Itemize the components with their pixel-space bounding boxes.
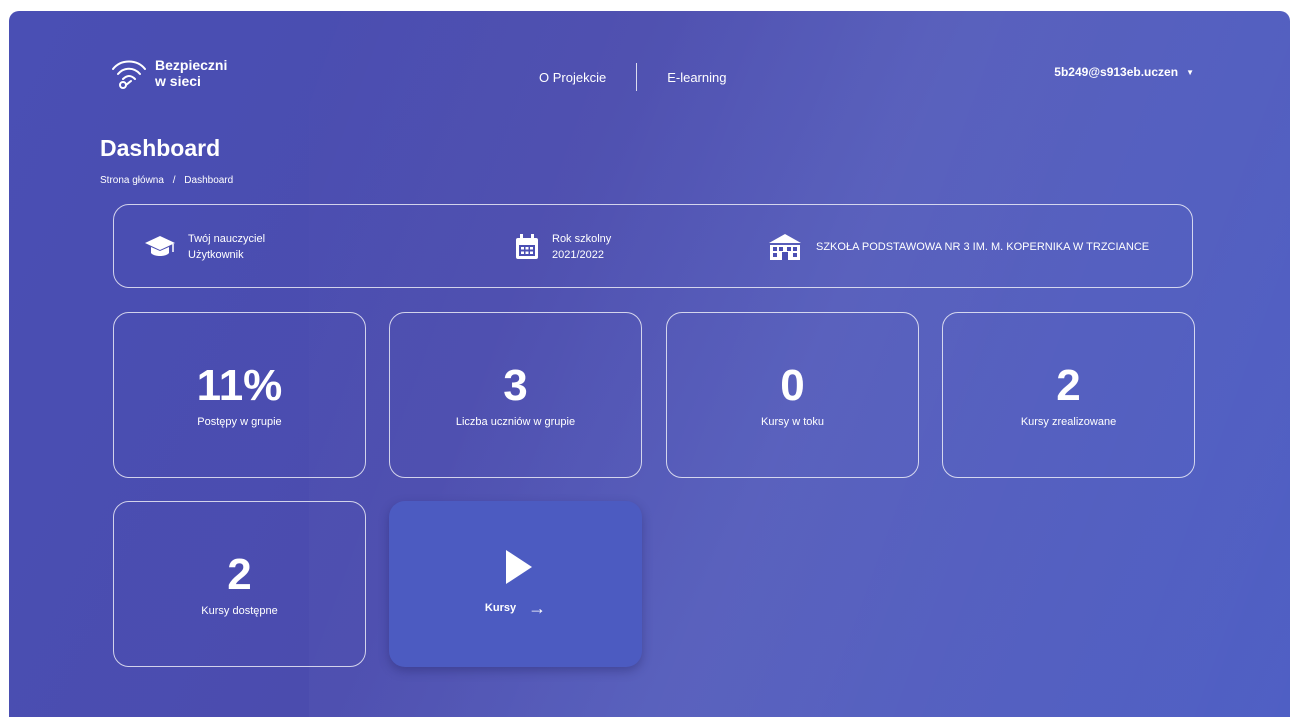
stat-card-student-count: 3 Liczba uczniów w grupie — [389, 312, 642, 478]
stat-label: Postępy w grupie — [197, 416, 282, 428]
stat-value: 3 — [503, 361, 528, 410]
logo-text: Bezpieczni w sieci — [155, 57, 227, 89]
arrow-right-icon: → — [528, 597, 547, 618]
stat-value: 11% — [196, 361, 283, 410]
stat-card-courses-in-progress: 0 Kursy w toku — [666, 312, 919, 478]
main-nav: O Projekcie E-learning — [539, 63, 726, 91]
nav-about-project[interactable]: O Projekcie — [539, 70, 606, 85]
play-icon — [505, 549, 532, 584]
stat-value: 0 — [780, 361, 805, 410]
stat-card-group-progress: 11% Postępy w grupie — [113, 312, 366, 478]
stat-value: 2 — [227, 550, 252, 599]
school-building-icon — [769, 234, 801, 260]
logo-line2: w sieci — [155, 73, 201, 89]
stat-label: Kursy zrealizowane — [1020, 416, 1117, 428]
teacher-value: Użytkownik — [188, 249, 244, 261]
teacher-info: Twój nauczyciel Użytkownik — [144, 205, 265, 289]
courses-button-label: Kursy — [484, 602, 517, 614]
breadcrumb-home[interactable]: Strona główna — [100, 175, 164, 186]
school-year-value: 2021/2022 — [552, 249, 604, 261]
nav-divider — [636, 63, 638, 91]
school-info: SZKOŁA PODSTAWOWA NR 3 IM. M. KOPERNIKA … — [768, 205, 1149, 289]
wifi-icon — [112, 60, 146, 89]
user-menu[interactable]: 5b249@s913eb.uczen ▼ — [1054, 65, 1194, 79]
stat-value: 2 — [1056, 361, 1081, 410]
stat-card-courses-available: 2 Kursy dostępne — [113, 501, 366, 667]
breadcrumb-separator: / — [172, 175, 176, 186]
stat-label: Kursy w toku — [761, 416, 824, 428]
info-bar: Twój nauczyciel Użytkownik Rok szkolny 2… — [113, 204, 1193, 288]
breadcrumb-current: Dashboard — [184, 175, 234, 186]
logo-line1: Bezpieczni — [155, 57, 228, 73]
user-name: 5b249@s913eb.uczen — [1054, 65, 1179, 79]
courses-button[interactable]: Kursy → — [389, 501, 642, 667]
logo[interactable]: Bezpieczni w sieci — [109, 55, 227, 91]
school-name: SZKOŁA PODSTAWOWA NR 3 IM. M. KOPERNIKA … — [816, 241, 1150, 253]
breadcrumb: Strona główna / Dashboard — [100, 175, 233, 186]
graduation-cap-icon — [145, 236, 175, 256]
app-frame: Bezpieczni w sieci O Projekcie E-learnin… — [9, 11, 1290, 717]
nav-e-learning[interactable]: E-learning — [667, 70, 726, 85]
caret-down-icon: ▼ — [1186, 67, 1194, 77]
page-title: Dashboard — [100, 135, 221, 161]
school-year-info: Rok szkolny 2021/2022 — [514, 205, 611, 289]
teacher-label: Twój nauczyciel — [188, 233, 266, 245]
stat-card-courses-completed: 2 Kursy zrealizowane — [942, 312, 1195, 478]
stat-label: Liczba uczniów w grupie — [455, 416, 576, 428]
school-year-label: Rok szkolny — [552, 233, 612, 245]
stat-label: Kursy dostępne — [201, 605, 278, 617]
calendar-icon — [516, 234, 538, 259]
